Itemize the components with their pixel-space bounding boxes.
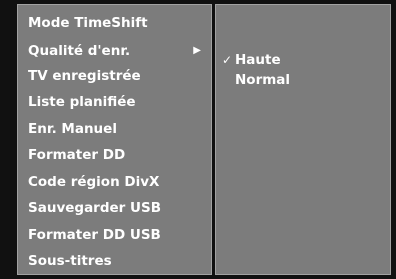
submenu-item-label: Haute: [235, 52, 281, 68]
main-menu-panel: Mode TimeShift Qualité d'enr. ▶ TV enreg…: [17, 4, 212, 275]
menu-item-label: Formater DD: [28, 147, 126, 163]
checkmark-icon: ✓: [222, 53, 233, 67]
menu-item-liste-planifiee[interactable]: Liste planifiée: [28, 92, 205, 112]
menu-item-label: Qualité d'enr.: [28, 43, 131, 59]
submenu-arrow-icon: ▶: [193, 45, 201, 56]
submenu-panel: ✓ Haute Normal: [215, 4, 391, 275]
menu-item-qualite-enr[interactable]: Qualité d'enr. ▶: [28, 41, 205, 61]
menu-item-label: Sauvegarder USB: [28, 200, 161, 216]
menu-item-label: TV enregistrée: [28, 68, 141, 84]
menu-item-sauvegarder-usb[interactable]: Sauvegarder USB: [28, 198, 205, 218]
menu-item-mode-timeshift[interactable]: Mode TimeShift: [28, 13, 205, 33]
menu-item-label: Liste planifiée: [28, 94, 136, 110]
menu-item-formater-dd[interactable]: Formater DD: [28, 145, 205, 165]
menu-item-label: Code région DivX: [28, 174, 160, 190]
menu-item-label: Enr. Manuel: [28, 121, 117, 137]
menu-item-label: Sous-titres: [28, 253, 112, 269]
menu-item-label: Mode TimeShift: [28, 15, 148, 31]
menu-item-code-region-divx[interactable]: Code région DivX: [28, 172, 205, 192]
menu-item-enr-manuel[interactable]: Enr. Manuel: [28, 119, 205, 139]
menu-item-formater-dd-usb[interactable]: Formater DD USB: [28, 225, 205, 245]
menu-item-sous-titres[interactable]: Sous-titres: [28, 251, 205, 271]
submenu-item-label: Normal: [235, 72, 291, 88]
menu-item-tv-enregistree[interactable]: TV enregistrée: [28, 66, 205, 86]
menu-item-label: Formater DD USB: [28, 227, 161, 243]
